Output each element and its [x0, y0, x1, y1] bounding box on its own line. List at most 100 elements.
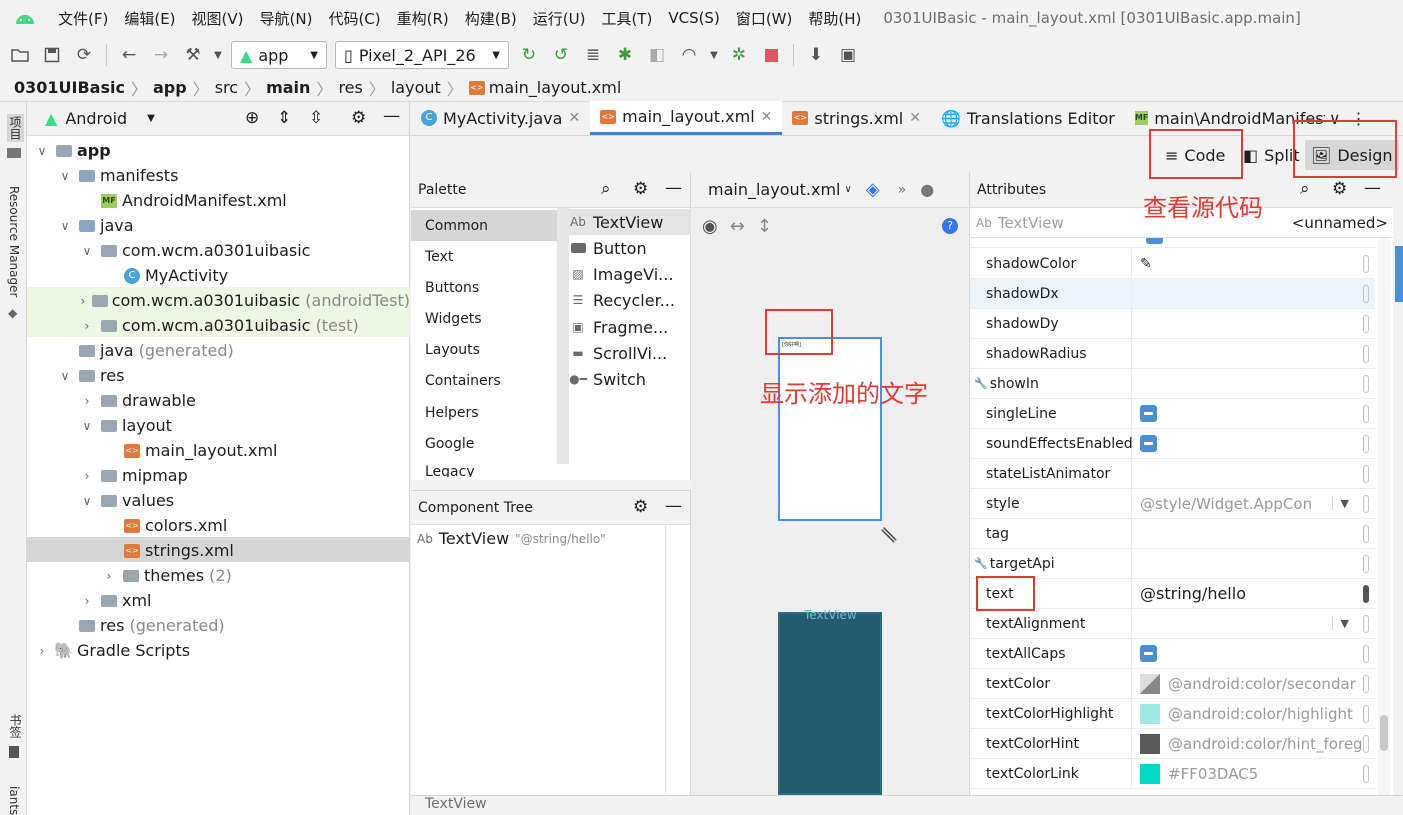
attr-value[interactable]: @string/hello	[1132, 584, 1375, 603]
attr-row-textcolorhint[interactable]: textColorHint @android:color/hint_foreg	[970, 728, 1375, 759]
layers-icon[interactable]: ◈	[866, 179, 880, 200]
gear-icon[interactable]: ⚙	[633, 179, 648, 199]
palette-item-imageview[interactable]: ▨ ImageVi...	[569, 261, 673, 287]
layout-file-selector[interactable]: main_layout.xml	[708, 180, 840, 199]
breadcrumb-file[interactable]: main_layout.xml	[489, 78, 621, 97]
attr-row-shadowcolor[interactable]: shadowColor ✎	[970, 248, 1375, 279]
attr-row-textalignment[interactable]: textAlignment ▼	[970, 608, 1375, 639]
attr-binding-indicator[interactable]	[1363, 345, 1369, 363]
tree-item-package-test[interactable]: › com.wcm.a0301uibasic (test)	[27, 313, 410, 338]
resize-handle-icon[interactable]: ∥	[878, 524, 899, 545]
attr-row-shadowradius[interactable]: shadowRadius	[970, 338, 1375, 369]
attr-binding-indicator[interactable]	[1363, 255, 1369, 273]
palette-category-legacy[interactable]: Legacy	[411, 459, 557, 477]
minimize-icon[interactable]: —	[383, 106, 400, 126]
attach-debugger-icon[interactable]: ✲	[725, 41, 753, 69]
search-icon[interactable]: ⌕	[1300, 179, 1310, 199]
attr-binding-indicator[interactable]	[1363, 705, 1369, 723]
attr-binding-indicator[interactable]	[1363, 525, 1369, 543]
palette-category-layouts[interactable]: Layouts	[411, 334, 557, 365]
breadcrumb-app[interactable]: app	[153, 78, 187, 97]
tree-item-java[interactable]: ∨ java	[27, 213, 410, 238]
open-folder-icon[interactable]	[6, 41, 34, 69]
tristate-checkbox[interactable]	[1140, 435, 1157, 452]
sdk-manager-icon[interactable]: ⬇	[802, 41, 830, 69]
breadcrumb-main[interactable]: main	[266, 78, 310, 97]
apply-code-changes-icon[interactable]: ↺	[547, 41, 575, 69]
vertical-resize-icon[interactable]: ↕	[757, 216, 772, 237]
tree-item-layout[interactable]: ∨ layout	[27, 413, 410, 438]
attr-row-textcolorhighlight[interactable]: textColorHighlight @android:color/highlig…	[970, 698, 1375, 729]
device-selector[interactable]: ▯ Pixel_2_API_26 ▼	[335, 41, 509, 69]
sync-icon[interactable]: ⟳	[70, 41, 98, 69]
attr-value[interactable]: ✎	[1132, 256, 1375, 272]
attr-binding-indicator[interactable]	[1363, 765, 1369, 783]
attr-value[interactable]: @style/Widget.AppCon ▼	[1132, 495, 1375, 513]
tree-item-androidmanifest[interactable]: MF AndroidManifest.xml	[27, 188, 410, 213]
project-tool-tab[interactable]: 项目	[7, 114, 24, 142]
menu-run[interactable]: 运行(U)	[525, 8, 594, 29]
tree-item-gradle-scripts[interactable]: › 🐘 Gradle Scripts	[27, 638, 410, 663]
tree-item-colors[interactable]: <> colors.xml	[27, 513, 410, 538]
close-icon[interactable]: ✕	[568, 110, 580, 126]
menu-edit[interactable]: 编辑(E)	[116, 8, 183, 29]
color-swatch[interactable]	[1140, 763, 1160, 784]
attr-row-statelistanimator[interactable]: stateListAnimator	[970, 458, 1375, 489]
color-picker-icon[interactable]: ✎	[1140, 256, 1152, 272]
palette-item-textview[interactable]: Ab TextView	[569, 209, 663, 235]
chevron-down-icon[interactable]: ▼	[147, 113, 155, 124]
attr-row-singleline[interactable]: singleLine	[970, 398, 1375, 429]
tab-strings[interactable]: <> strings.xml ✕	[782, 101, 931, 135]
palette-item-switch[interactable]: ●━ Switch	[569, 366, 646, 392]
attr-binding-indicator[interactable]	[1363, 405, 1369, 423]
minimize-icon[interactable]: —	[1364, 178, 1381, 198]
build-variants-tab[interactable]: iants	[7, 786, 21, 815]
tree-item-java-generated[interactable]: java (generated)	[27, 338, 410, 363]
tree-item-res[interactable]: ∨ res	[27, 363, 410, 388]
chevron-down-icon[interactable]: ▼	[211, 41, 225, 69]
menu-file[interactable]: 文件(F)	[50, 8, 116, 29]
device-manager-icon[interactable]: ▣	[834, 41, 862, 69]
tree-item-manifests[interactable]: ∨ manifests	[27, 163, 410, 188]
attr-binding-indicator[interactable]	[1363, 675, 1369, 693]
attr-value[interactable]: @android:color/secondar	[1132, 673, 1375, 694]
locate-icon[interactable]: ⊕	[245, 108, 259, 128]
bookmarks-tab[interactable]: 书签	[7, 714, 24, 738]
menu-refactor[interactable]: 重构(R)	[389, 8, 457, 29]
attr-binding-indicator[interactable]	[1363, 375, 1369, 393]
coverage-icon[interactable]: ◧	[643, 41, 671, 69]
attr-row-textcolorlink[interactable]: textColorLink #FF03DAC5	[970, 758, 1375, 789]
warning-icon[interactable]: ●	[920, 180, 934, 199]
breadcrumb-layout[interactable]: layout	[391, 78, 441, 97]
attr-binding-indicator[interactable]	[1363, 615, 1369, 633]
attr-row-targetapi[interactable]: 🔧 targetApi	[970, 548, 1375, 579]
tree-item-themes[interactable]: › themes (2)	[27, 563, 410, 588]
minimize-icon[interactable]: —	[665, 496, 682, 516]
apply-changes-restart-icon[interactable]: ↻	[515, 41, 543, 69]
blueprint-preview-screen[interactable]: TextView	[778, 608, 882, 795]
tree-item-strings[interactable]: <> strings.xml	[27, 538, 410, 563]
eye-icon[interactable]: ◉	[702, 216, 718, 237]
tab-myactivity[interactable]: C MyActivity.java ✕	[411, 101, 590, 135]
menu-code[interactable]: 代码(C)	[320, 8, 388, 29]
attributes-id[interactable]: <unnamed>	[1292, 214, 1388, 232]
attr-binding-indicator[interactable]	[1363, 735, 1369, 753]
tree-item-res-generated[interactable]: res (generated)	[27, 613, 410, 638]
tree-item-package-androidtest[interactable]: › com.wcm.a0301uibasic (androidTest)	[27, 288, 410, 313]
profile-icon[interactable]: ◠	[675, 41, 703, 69]
save-all-icon[interactable]	[38, 41, 66, 69]
resource-manager-tab[interactable]: Resource Manager	[7, 186, 21, 297]
menu-view[interactable]: 视图(V)	[184, 8, 252, 29]
gear-icon[interactable]: ⚙	[633, 497, 648, 517]
attr-value[interactable]: @android:color/hint_foreg	[1132, 733, 1375, 754]
attr-row-textcolor[interactable]: textColor @android:color/secondar	[970, 668, 1375, 699]
palette-category-containers[interactable]: Containers	[411, 365, 557, 396]
tree-item-values[interactable]: ∨ values	[27, 488, 410, 513]
color-swatch[interactable]	[1140, 703, 1160, 724]
attr-row-soundeffectsenabled[interactable]: soundEffectsEnabled	[970, 428, 1375, 459]
tree-item-main-layout[interactable]: <> main_layout.xml	[27, 438, 410, 463]
tree-item-app[interactable]: ∨ app	[27, 138, 410, 163]
menu-build[interactable]: 构建(B)	[457, 8, 525, 29]
stop-icon[interactable]	[757, 41, 785, 69]
module-selector[interactable]: ▲ app ▼	[231, 41, 327, 69]
